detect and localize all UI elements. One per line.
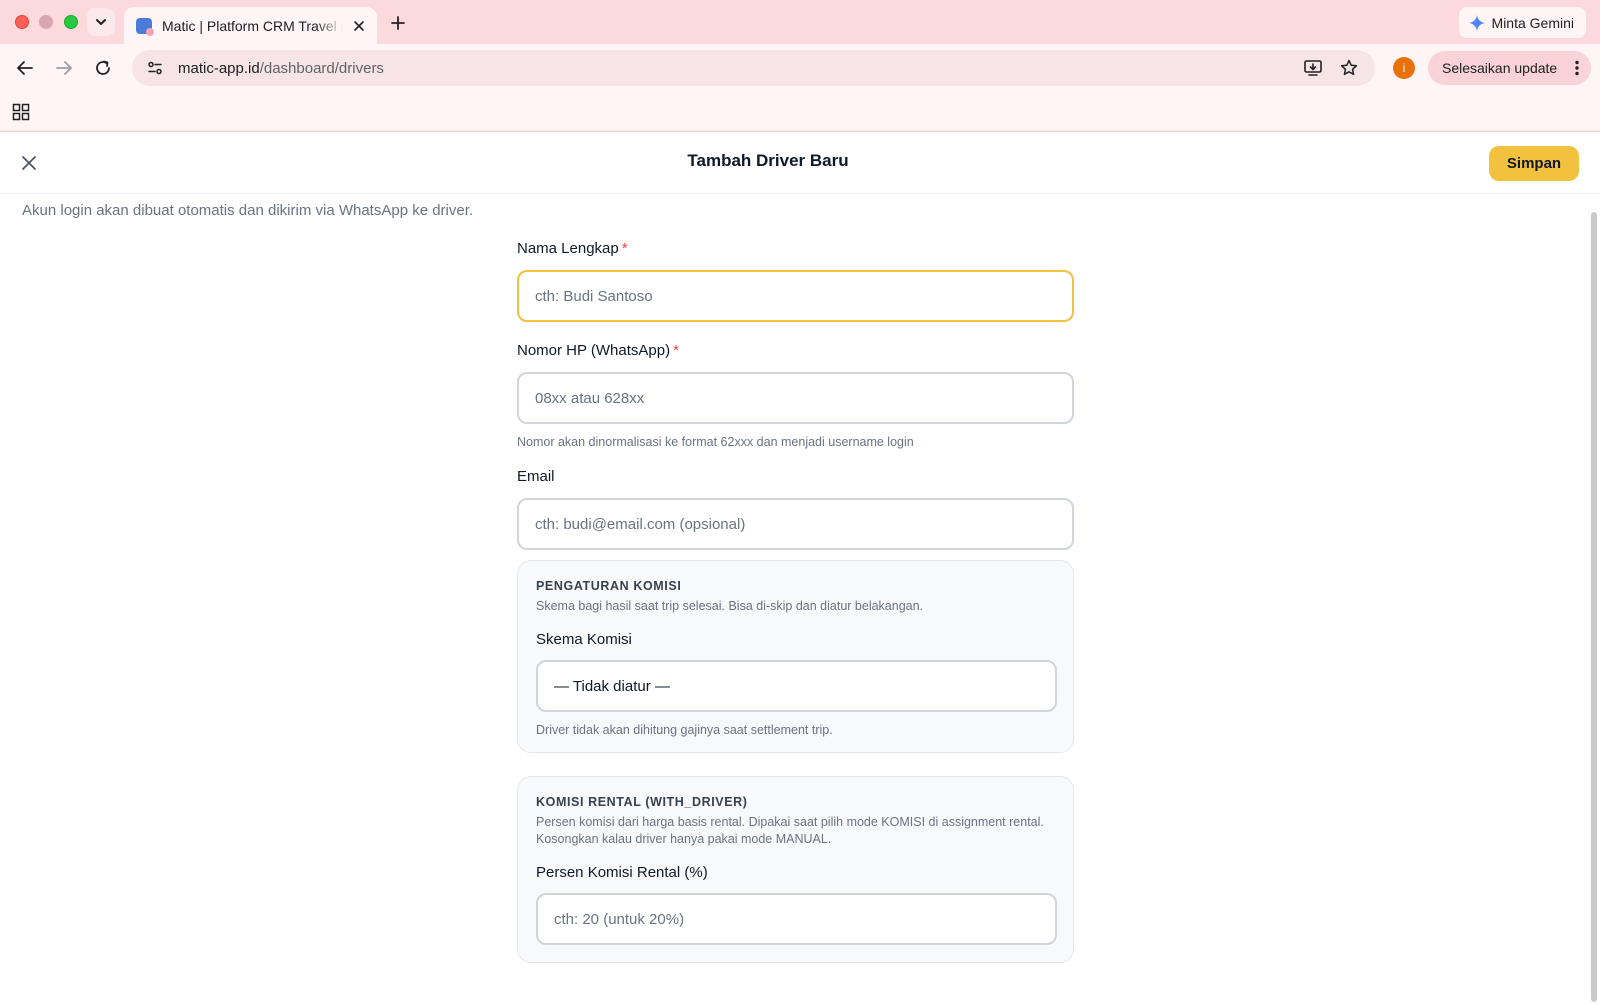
commission-settings-panel: PENGATURAN KOMISI Skema bagi hasil saat …	[517, 560, 1074, 753]
page-title: Tambah Driver Baru	[687, 151, 849, 170]
gemini-button[interactable]: Minta Gemini	[1458, 7, 1586, 38]
email-label: Email	[517, 468, 555, 485]
plus-icon	[391, 16, 405, 30]
name-field: Nama Lengkap *	[517, 240, 1074, 322]
reload-button[interactable]	[91, 56, 115, 80]
site-info-icon[interactable]	[142, 55, 168, 81]
gemini-label: Minta Gemini	[1491, 14, 1574, 31]
rental-commission-panel: KOMISI RENTAL (WITH_DRIVER) Persen komis…	[517, 776, 1074, 963]
commission-scheme-hint: Driver tidak akan dihitung gajinya saat …	[536, 723, 833, 737]
bookmark-star-icon[interactable]	[1337, 56, 1361, 80]
tab-close-icon[interactable]	[351, 18, 367, 34]
address-bar[interactable]: matic-app.id/dashboard/drivers	[132, 50, 1375, 86]
page-scrollbar[interactable]	[1591, 212, 1597, 1002]
email-field: Email	[517, 468, 1074, 550]
chevron-down-icon	[96, 19, 106, 25]
add-driver-page: Tambah Driver Baru Simpan Akun login aka…	[0, 132, 1600, 1005]
update-label: Selesaikan update	[1442, 60, 1558, 76]
commission-scheme-label: Skema Komisi	[536, 631, 632, 648]
page-header: Tambah Driver Baru Simpan	[0, 132, 1600, 194]
page-subtitle: Akun login akan dibuat otomatis dan diki…	[22, 202, 474, 219]
browser-tab-strip: Matic | Platform CRM Travel Dan Rental M…	[0, 0, 1600, 44]
reload-icon	[96, 60, 110, 75]
tab-title: Matic | Platform CRM Travel Dan Rental	[162, 17, 343, 34]
phone-field: Nomor HP (WhatsApp)* Nomor akan dinormal…	[517, 342, 1074, 449]
phone-label-text: Nomor HP (WhatsApp)	[517, 342, 671, 359]
back-button[interactable]	[13, 56, 37, 80]
commission-scheme-select[interactable]: — Tidak diatur —	[536, 660, 1057, 712]
new-tab-button[interactable]	[386, 11, 410, 35]
profile-avatar[interactable]: i	[1393, 57, 1415, 79]
full-name-input[interactable]	[517, 270, 1074, 322]
commission-panel-title: PENGATURAN KOMISI	[536, 579, 682, 593]
bookmarks-bar	[0, 92, 1600, 132]
save-button[interactable]: Simpan	[1489, 146, 1579, 181]
name-label-text: Nama Lengkap	[517, 240, 619, 257]
apps-grid-icon[interactable]	[12, 103, 30, 121]
email-input[interactable]	[517, 498, 1074, 550]
site-favicon-icon	[136, 17, 154, 36]
rental-percent-label: Persen Komisi Rental (%)	[536, 864, 708, 881]
install-app-icon[interactable]	[1301, 56, 1325, 80]
tab-search-button[interactable]	[87, 8, 115, 36]
forward-button[interactable]	[52, 56, 76, 80]
rental-panel-description: Persen komisi dari harga basis rental. D…	[536, 815, 1044, 846]
arrow-right-icon	[56, 61, 72, 75]
phone-hint: Nomor akan dinormalisasi ke format 62xxx…	[517, 435, 914, 449]
update-button[interactable]: Selesaikan update	[1428, 51, 1591, 85]
window-close-button[interactable]	[15, 15, 29, 29]
rental-percent-input[interactable]	[536, 893, 1057, 945]
url-domain: matic-app.id	[178, 59, 260, 77]
commission-panel-description: Skema bagi hasil saat trip selesai. Bisa…	[536, 599, 924, 613]
window-minimize-button[interactable]	[39, 15, 53, 29]
rental-panel-title: KOMISI RENTAL (WITH_DRIVER)	[536, 795, 748, 809]
more-vert-icon	[1575, 60, 1579, 76]
window-maximize-button[interactable]	[64, 15, 78, 29]
url-text[interactable]: matic-app.id/dashboard/drivers	[178, 60, 1289, 77]
arrow-left-icon	[17, 61, 33, 75]
phone-label: Nomor HP (WhatsApp) *	[517, 342, 1074, 360]
name-label: Nama Lengkap *	[517, 240, 1074, 258]
browser-tab-active[interactable]: Matic | Platform CRM Travel Dan Rental	[124, 7, 377, 44]
gemini-sparkle-icon	[1468, 14, 1485, 31]
phone-input[interactable]	[517, 372, 1074, 424]
required-mark: *	[621, 240, 628, 257]
url-path: /dashboard/drivers	[259, 59, 384, 77]
browser-toolbar: matic-app.id/dashboard/drivers i Selesai…	[0, 44, 1600, 92]
required-mark: *	[673, 342, 679, 359]
